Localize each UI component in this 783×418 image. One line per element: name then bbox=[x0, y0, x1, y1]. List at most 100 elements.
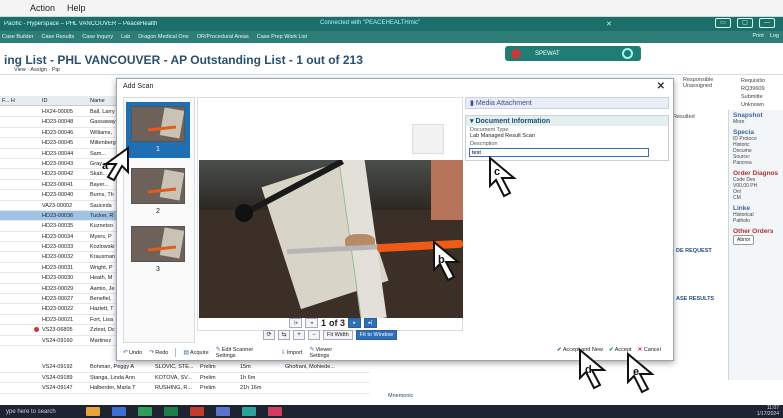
refresh-icon[interactable] bbox=[622, 48, 633, 59]
log-button[interactable]: Log bbox=[770, 33, 779, 39]
alert-icon bbox=[511, 48, 521, 59]
acquire-button[interactable]: ▤Acquire bbox=[183, 349, 208, 356]
table-row[interactable]: VS24-09189 Stanga, Linda Ann KOTOVA, SV...… bbox=[0, 373, 370, 383]
annotation-arrow-b bbox=[433, 240, 461, 282]
edge-icon[interactable] bbox=[138, 407, 152, 416]
table-row[interactable]: HD23-00048 Gassaway bbox=[0, 117, 118, 128]
check-icon: ✔ bbox=[557, 347, 562, 353]
col-id[interactable]: ID bbox=[42, 98, 48, 104]
table-row[interactable]: VS24-09192 Bohman, Peggy A SLOVIC, STE... P… bbox=[0, 362, 370, 373]
table-row[interactable]: HD23-00031 Wright, P bbox=[0, 263, 118, 274]
snapshot-tab[interactable]: Snapshot bbox=[733, 112, 781, 119]
table-row[interactable]: HD23-00030 Heath, M bbox=[0, 273, 118, 284]
row-cell-name: Bohman, Peggy A bbox=[90, 364, 135, 370]
col-flags[interactable]: F... H bbox=[2, 98, 15, 104]
scanned-photo[interactable] bbox=[199, 160, 463, 318]
fit-width-button[interactable]: Fit Width bbox=[323, 330, 353, 340]
more-menu[interactable]: More bbox=[733, 119, 781, 125]
table-row[interactable]: HD23-00029 Aamio, Je bbox=[0, 284, 118, 295]
menu-action[interactable]: Action bbox=[30, 3, 55, 13]
zoom-controls: ⟳ ⇆ + − Fit Width Fit to Window bbox=[263, 330, 398, 340]
taskbar-search[interactable]: ype here to search bbox=[0, 409, 80, 415]
close-session-icon[interactable]: ✕ bbox=[606, 20, 612, 28]
toolbar-lab[interactable]: Lab bbox=[121, 34, 130, 40]
restore-button[interactable]: ▭ bbox=[715, 18, 731, 28]
page-current[interactable]: 1 bbox=[321, 318, 326, 328]
toolbar-case-builder[interactable]: Case Builder bbox=[2, 34, 34, 40]
table-row[interactable]: HD23-00036 Tucker, R bbox=[0, 210, 118, 222]
row-name: Benefiel, bbox=[90, 296, 112, 303]
bookmark-icon: ▮ bbox=[470, 100, 474, 107]
viewer-settings-button[interactable]: ✎Viewer Settings bbox=[309, 346, 353, 359]
user-badge[interactable]: SPEWAT bbox=[505, 46, 641, 61]
excel-icon[interactable] bbox=[164, 407, 178, 416]
page-title: ing List - PHL VANCOUVER - AP Outstandin… bbox=[4, 53, 363, 67]
pip-menu[interactable]: Pip bbox=[52, 67, 60, 73]
abnormal-button[interactable]: Abnor bbox=[733, 235, 755, 245]
app-icon[interactable] bbox=[190, 407, 204, 416]
prev-page-button[interactable]: ◂ bbox=[305, 318, 318, 328]
table-row[interactable]: HD23-00035 Kuznetso bbox=[0, 221, 118, 232]
toolbar-case-results[interactable]: Case Results bbox=[42, 34, 75, 40]
row-id: HD23-00045 bbox=[42, 140, 74, 147]
row-name: Wright, P bbox=[90, 264, 113, 271]
thumbnail-3[interactable]: 3 bbox=[126, 222, 190, 273]
view-menu[interactable]: View bbox=[14, 67, 26, 73]
edit-scanner-settings-button[interactable]: ✎Edit Scanner Settings bbox=[216, 346, 274, 359]
table-row[interactable]: VS23-06805 Zztest, Dc bbox=[0, 325, 118, 336]
last-page-button[interactable]: ▸| bbox=[364, 318, 378, 328]
collapse-icon[interactable]: ▾ bbox=[470, 118, 474, 125]
table-row[interactable]: HD23-00027 Benefiel, bbox=[0, 294, 118, 305]
assign-menu[interactable]: Assign bbox=[30, 67, 47, 73]
toolbar-dragon[interactable]: Dragon Medical One bbox=[138, 34, 188, 40]
first-page-button[interactable]: |◂ bbox=[289, 318, 302, 328]
task-view-icon[interactable] bbox=[112, 407, 126, 416]
citrix-icon[interactable] bbox=[268, 407, 282, 416]
annotation-label-b: b bbox=[438, 254, 445, 266]
toolbar-or-areas[interactable]: OR/Procedural Areas bbox=[197, 34, 249, 40]
table-row[interactable]: HD23-00034 Myers, P bbox=[0, 232, 118, 243]
table-row[interactable]: HD23-00040 Burns, Th bbox=[0, 190, 118, 201]
table-row[interactable]: VS24-09147 Halberder, Marla T RUSHING, R..… bbox=[0, 383, 370, 394]
file-explorer-icon[interactable] bbox=[86, 407, 100, 416]
system-clock[interactable]: 11:07 1/17/2024 bbox=[757, 405, 779, 417]
table-row[interactable]: VA23-00002 Sauceda bbox=[0, 201, 118, 211]
menu-help[interactable]: Help bbox=[67, 3, 86, 13]
blank-area bbox=[412, 124, 444, 154]
mnemonic-field[interactable]: Mnemonic bbox=[388, 393, 413, 399]
row-id: HD23-00048 bbox=[42, 119, 74, 126]
close-icon[interactable]: ✕ bbox=[657, 81, 665, 92]
flip-icon[interactable]: ⇆ bbox=[278, 330, 290, 340]
table-row[interactable]: VS24-09160 Martinez bbox=[0, 336, 118, 346]
table-row[interactable]: HD23-00046 Williams, bbox=[0, 128, 118, 139]
toolbar-case-inquiry[interactable]: Case Inquiry bbox=[82, 34, 113, 40]
maximize-button[interactable]: ▢ bbox=[737, 18, 753, 28]
teams-icon[interactable] bbox=[242, 407, 256, 416]
zoom-out-icon[interactable]: − bbox=[308, 330, 320, 340]
row-id: HD23-00036 bbox=[42, 212, 74, 219]
thumbnail-1[interactable]: 1 bbox=[126, 102, 190, 158]
next-page-button[interactable]: ▸ bbox=[348, 318, 362, 328]
table-row[interactable]: HX24-00005 Ball, Larry bbox=[0, 107, 118, 118]
image-viewer[interactable] bbox=[197, 97, 463, 331]
user-name: SPEWAT bbox=[535, 50, 560, 57]
minimize-button[interactable]: — bbox=[759, 18, 775, 28]
undo-button[interactable]: ↶Undo bbox=[123, 349, 142, 356]
table-row[interactable]: HD23-00032 Krausman bbox=[0, 252, 118, 263]
row-cell-c5: 21h 16m bbox=[240, 385, 262, 391]
redo-button[interactable]: ↷Redo bbox=[149, 349, 168, 356]
zoom-in-icon[interactable]: + bbox=[293, 330, 305, 340]
import-button[interactable]: ⇩Import bbox=[281, 349, 303, 356]
table-row[interactable]: HD23-00033 Kozlowski bbox=[0, 242, 118, 253]
print-button[interactable]: Print bbox=[753, 33, 764, 39]
word-icon[interactable] bbox=[216, 407, 230, 416]
col-name[interactable]: Name bbox=[90, 98, 105, 104]
row-id: HD23-00021 bbox=[42, 316, 74, 323]
rotate-icon[interactable]: ⟳ bbox=[263, 330, 275, 340]
fit-window-button[interactable]: Fit to Window bbox=[355, 330, 398, 340]
row-cell-c5: 1h 6m bbox=[240, 374, 256, 381]
table-row[interactable]: HD23-00021 Fort, Lisa bbox=[0, 315, 118, 326]
toolbar-case-prep[interactable]: Case Prep Work List bbox=[257, 34, 307, 40]
thumbnail-2[interactable]: 2 bbox=[126, 164, 190, 215]
table-row[interactable]: HD23-00022 Hazlett, T bbox=[0, 304, 118, 315]
